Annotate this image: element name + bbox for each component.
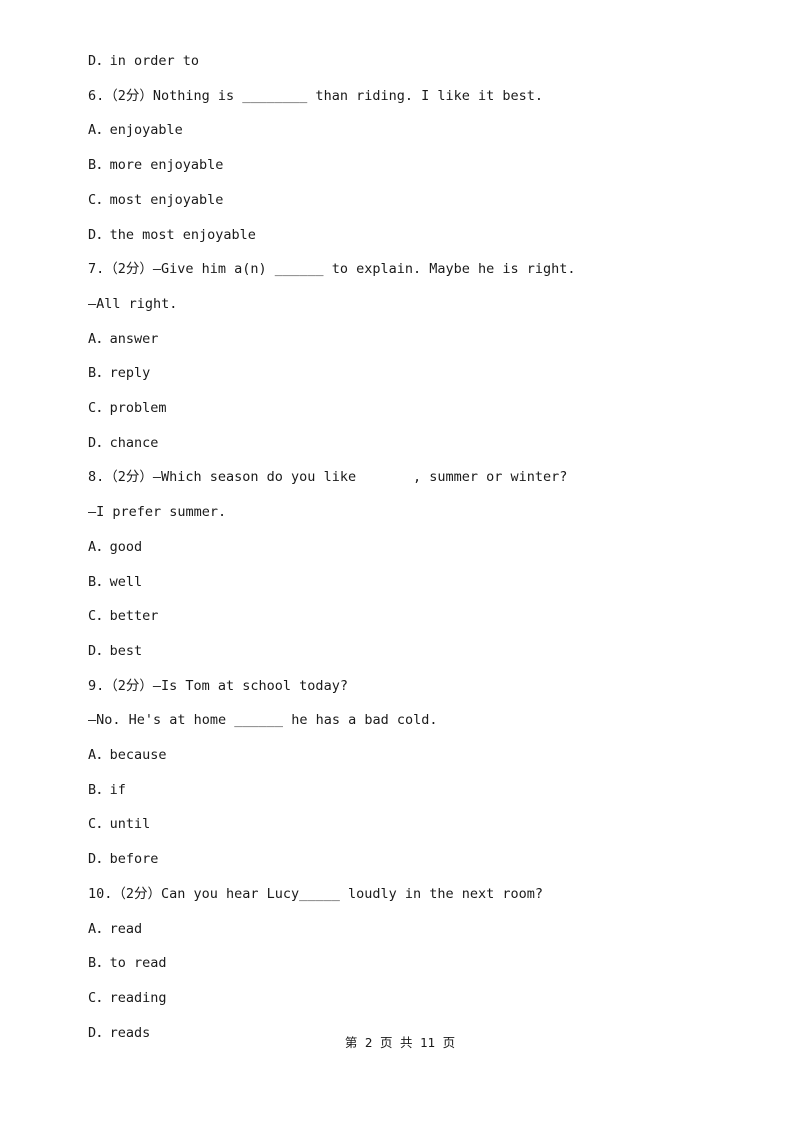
text-line: —I prefer summer.	[88, 504, 227, 521]
text-line: D．before	[88, 851, 159, 868]
text-line: B．well	[88, 573, 143, 590]
text-line: D．in order to	[88, 53, 200, 69]
text-line: C．reading	[88, 989, 167, 1006]
page-footer: 第 2 页 共 11 页	[344, 1035, 456, 1050]
document-body: D．in order to 6.（2分）Nothing is ________ …	[88, 44, 728, 1050]
text-line: D．chance	[88, 434, 159, 451]
text-line: C．most enjoyable	[88, 191, 224, 208]
text-line: —All right.	[88, 295, 178, 312]
text-line: A．good	[88, 538, 143, 555]
text-line: C．until	[88, 816, 151, 833]
text-line: B．if	[88, 781, 126, 798]
text-line: C．better	[88, 608, 159, 625]
text-line: A．answer	[88, 330, 159, 347]
text-line: 8.（2分）—Which season do you like , summer…	[88, 469, 568, 486]
text-line: 9.（2分）—Is Tom at school today?	[88, 677, 348, 694]
text-line: 6.（2分）Nothing is ________ than riding. I…	[88, 87, 544, 104]
text-line: 7.（2分）—Give him a(n) ______ to explain. …	[88, 261, 576, 278]
text-line: A．because	[88, 747, 167, 764]
text-line: B．to read	[88, 955, 167, 972]
text-line: B．reply	[88, 365, 151, 382]
text-line: B．more enjoyable	[88, 157, 224, 174]
text-line: C．problem	[88, 400, 167, 417]
text-line: —No. He's at home ______ he has a bad co…	[88, 712, 438, 729]
document-page: D．in order to 6.（2分）Nothing is ________ …	[0, 0, 800, 1132]
text-line: 10.（2分）Can you hear Lucy_____ loudly in …	[88, 885, 544, 902]
text-line: D．best	[88, 642, 143, 659]
text-line: A．read	[88, 920, 143, 937]
text-line: A．enjoyable	[88, 122, 183, 139]
text-line: D．the most enjoyable	[88, 226, 256, 243]
